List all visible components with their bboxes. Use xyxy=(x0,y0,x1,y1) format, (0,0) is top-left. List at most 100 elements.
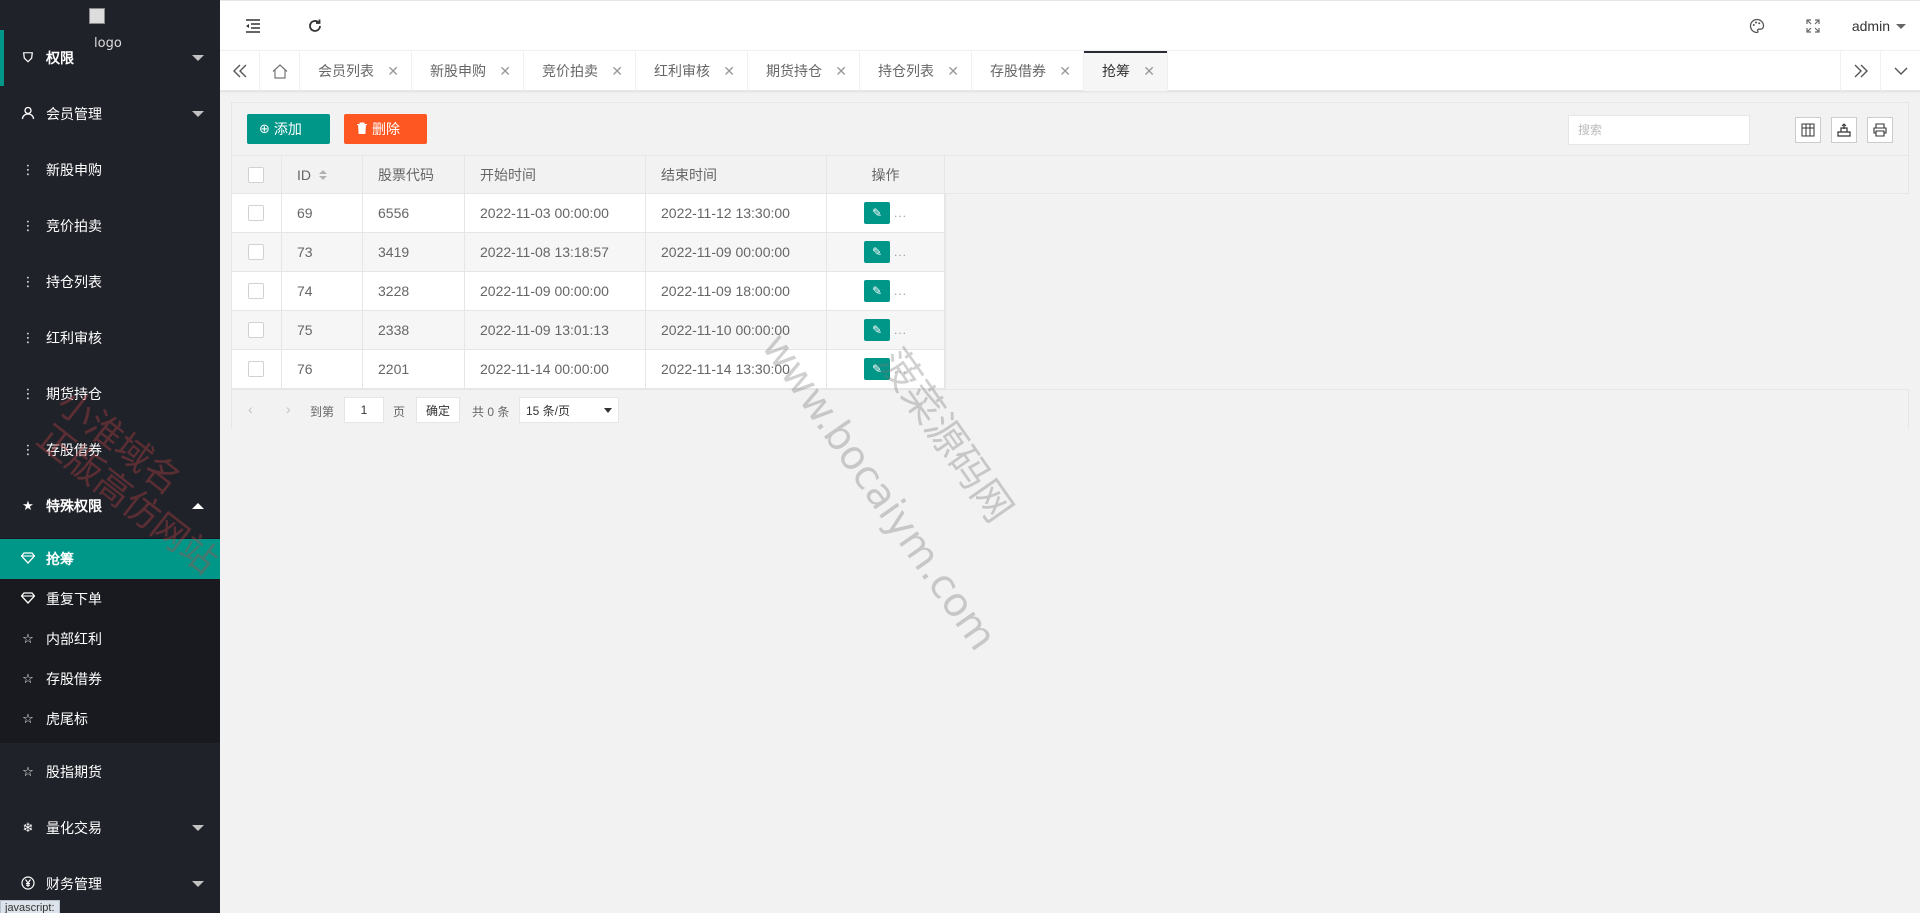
sidebar-item-positions[interactable]: ⋮ 持仓列表 xyxy=(0,254,220,310)
close-icon[interactable]: ✕ xyxy=(611,63,623,80)
theme-button[interactable] xyxy=(1742,1,1772,51)
close-icon[interactable]: ✕ xyxy=(947,63,959,80)
page-size-select[interactable]: 15 条/页 xyxy=(519,397,619,423)
more-vertical-icon: ⋮ xyxy=(21,330,35,345)
prev-page-icon[interactable]: ‹ xyxy=(248,401,253,417)
edit-button[interactable]: ✎ xyxy=(863,202,890,224)
row-checkbox[interactable] xyxy=(248,322,264,338)
table-header: ID 股票代码 开始时间 结束时间 操作 xyxy=(232,155,1908,194)
sidebar-item-auction[interactable]: ⋮ 竞价拍卖 xyxy=(0,198,220,254)
add-button[interactable]: ⊕ 添加 xyxy=(247,114,330,144)
search-input[interactable] xyxy=(1568,115,1750,145)
page-number-input[interactable] xyxy=(344,397,384,423)
cell-actions: ✎... xyxy=(827,194,945,232)
print-button[interactable] xyxy=(1867,117,1893,143)
more-actions[interactable]: ... xyxy=(894,206,907,220)
close-icon[interactable]: ✕ xyxy=(723,63,735,80)
table-row[interactable]: 74 3228 2022-11-09 00:00:00 2022-11-09 1… xyxy=(232,272,945,311)
chevron-down-icon xyxy=(192,55,204,61)
tab-home[interactable] xyxy=(260,51,300,91)
tab-label: 新股申购 xyxy=(430,63,486,79)
table-row[interactable]: 73 3419 2022-11-08 13:18:57 2022-11-09 0… xyxy=(232,233,945,272)
sidebar-item-stock-lending[interactable]: ⋮ 存股借券 xyxy=(0,422,220,478)
tab-label: 红利审核 xyxy=(654,63,710,79)
sidebar-item-index-futures[interactable]: ☆ 股指期货 xyxy=(0,744,220,800)
table-empty-area xyxy=(945,194,1909,389)
sidebar-item-permissions[interactable]: ⛉ 权限 xyxy=(0,30,220,86)
table-row[interactable]: 75 2338 2022-11-09 13:01:13 2022-11-10 0… xyxy=(232,311,945,350)
close-icon[interactable]: ✕ xyxy=(835,63,847,80)
edit-button[interactable]: ✎ xyxy=(863,319,890,341)
tab-label: 会员列表 xyxy=(318,63,374,79)
more-vertical-icon: ⋮ xyxy=(21,218,35,233)
column-header-id[interactable]: ID xyxy=(282,156,363,193)
row-checkbox[interactable] xyxy=(248,361,264,377)
close-icon[interactable]: ✕ xyxy=(387,63,399,80)
chevron-up-icon xyxy=(192,503,204,509)
tab-label: 持仓列表 xyxy=(878,63,934,79)
tab-menu-button[interactable] xyxy=(1880,51,1920,91)
close-icon[interactable]: ✕ xyxy=(499,63,511,80)
sort-icon[interactable] xyxy=(319,169,327,180)
sidebar-subitem-repeat-order[interactable]: 重复下单 xyxy=(0,579,220,619)
edit-button[interactable]: ✎ xyxy=(863,241,890,263)
sidebar-item-members[interactable]: 会员管理 xyxy=(0,86,220,142)
edit-button[interactable]: ✎ xyxy=(863,358,890,380)
tab-dividend-review[interactable]: 红利审核 ✕ xyxy=(636,51,748,91)
tab-member-list[interactable]: 会员列表 ✕ xyxy=(300,51,412,91)
row-checkbox[interactable] xyxy=(248,244,264,260)
row-select-cell xyxy=(232,194,282,232)
tab-scroll-left-button[interactable] xyxy=(220,51,260,91)
next-page-icon[interactable]: › xyxy=(286,401,291,417)
sidebar-subitem-label: 虎尾标 xyxy=(46,711,88,727)
more-vertical-icon: ⋮ xyxy=(21,274,35,289)
user-menu[interactable]: admin xyxy=(1852,1,1906,51)
sidebar-item-special-permissions[interactable]: ★ 特殊权限 xyxy=(0,478,220,534)
refresh-button[interactable] xyxy=(300,1,330,51)
sidebar-subitem-grab[interactable]: 抢筹 xyxy=(0,539,220,579)
pencil-icon: ✎ xyxy=(871,284,883,298)
sidebar-subitem-stock-lending[interactable]: ☆ 存股借券 xyxy=(0,659,220,699)
delete-button-label: 删除 xyxy=(372,121,400,137)
tab-futures-positions[interactable]: 期货持仓 ✕ xyxy=(748,51,860,91)
trash-icon xyxy=(356,122,368,137)
select-all-checkbox[interactable] xyxy=(248,166,264,183)
chevron-down-icon xyxy=(192,825,204,831)
sidebar-item-label: 会员管理 xyxy=(46,106,102,122)
tab-auction[interactable]: 竞价拍卖 ✕ xyxy=(524,51,636,91)
export-button[interactable] xyxy=(1831,117,1857,143)
collapse-menu-button[interactable] xyxy=(238,1,268,51)
sidebar-subitem-tiger-tail[interactable]: ☆ 虎尾标 xyxy=(0,699,220,739)
close-icon[interactable]: ✕ xyxy=(1059,63,1071,80)
delete-button[interactable]: 删除 xyxy=(344,114,427,144)
more-actions[interactable]: ... xyxy=(894,323,907,337)
tab-ipo[interactable]: 新股申购 ✕ xyxy=(412,51,524,91)
table-row[interactable]: 76 2201 2022-11-14 00:00:00 2022-11-14 1… xyxy=(232,350,945,389)
tab-bar: 会员列表 ✕ 新股申购 ✕ 竞价拍卖 ✕ 红利审核 ✕ 期货持仓 ✕ 持仓列表 ✕ 存股借券… xyxy=(220,50,1920,91)
cell-start: 2022-11-09 13:01:13 xyxy=(465,311,646,349)
tab-stock-lending[interactable]: 存股借券 ✕ xyxy=(972,51,1084,91)
column-filter-button[interactable] xyxy=(1795,117,1821,143)
goto-confirm-button[interactable]: 确定 xyxy=(416,397,460,423)
sidebar-item-quant-trading[interactable]: ❄ 量化交易 xyxy=(0,800,220,856)
row-checkbox[interactable] xyxy=(248,283,264,299)
more-actions[interactable]: ... xyxy=(894,245,907,259)
table-row[interactable]: 69 6556 2022-11-03 00:00:00 2022-11-12 1… xyxy=(232,194,945,233)
sidebar-subitem-label: 存股借券 xyxy=(46,671,102,687)
tab-scroll-right-button[interactable] xyxy=(1840,51,1880,91)
tab-position-list[interactable]: 持仓列表 ✕ xyxy=(860,51,972,91)
more-actions[interactable]: ... xyxy=(894,362,907,376)
sidebar-item-ipo[interactable]: ⋮ 新股申购 xyxy=(0,142,220,198)
sidebar-subitem-label: 重复下单 xyxy=(46,591,102,607)
sidebar-item-dividend-review[interactable]: ⋮ 红利审核 xyxy=(0,310,220,366)
pagination: ‹ › 到第 页 确定 共 0 条 15 条/页 xyxy=(232,389,1908,429)
row-checkbox[interactable] xyxy=(248,205,264,221)
column-header-code: 股票代码 xyxy=(363,156,465,193)
close-icon[interactable]: ✕ xyxy=(1143,63,1155,80)
sidebar-subitem-internal-dividend[interactable]: ☆ 内部红利 xyxy=(0,619,220,659)
more-actions[interactable]: ... xyxy=(894,284,907,298)
fullscreen-button[interactable] xyxy=(1798,1,1828,51)
sidebar-item-futures-positions[interactable]: ⋮ 期货持仓 xyxy=(0,366,220,422)
edit-button[interactable]: ✎ xyxy=(863,280,890,302)
tab-grab[interactable]: 抢筹 ✕ xyxy=(1084,51,1168,91)
